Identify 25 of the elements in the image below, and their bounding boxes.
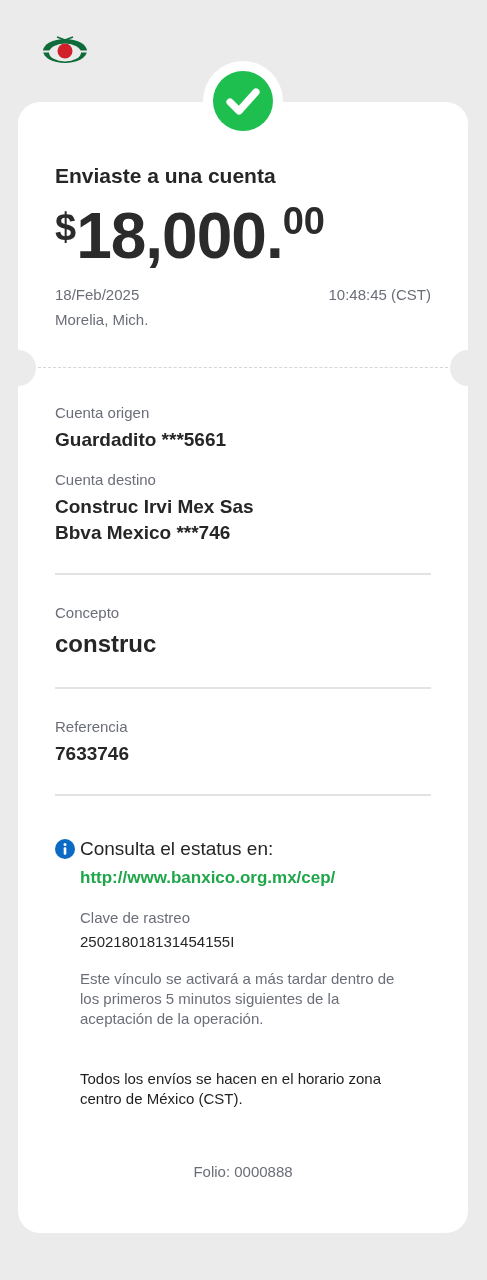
field-value: Bbva Mexico ***746 — [55, 521, 232, 545]
info-title: Consulta el estatus en: — [80, 837, 274, 861]
field-value: 7633746 — [55, 742, 130, 766]
time-text: 10:48:45 (CST) — [328, 285, 431, 305]
field-label: Cuenta destino — [55, 470, 157, 490]
field-label: Concepto — [55, 603, 121, 623]
activation-note: Este vínculo se activará a más tardar dentro de los primeros 5 minutos siguientes de la aceptación de la operación. — [80, 969, 396, 1029]
tracking-label: Clave de rastreo — [80, 908, 192, 928]
date-text: 18/Feb/2025 — [55, 285, 140, 305]
field-value: construc — [55, 629, 158, 659]
field-label: Cuenta origen — [55, 403, 151, 423]
field-label: Referencia — [55, 717, 129, 737]
amount-value: 18,000. — [76, 204, 283, 268]
eye-logo-icon — [42, 34, 88, 64]
transfer-title: Enviaste a una cuenta — [55, 163, 277, 189]
field-value: Guardadito ***5661 — [55, 428, 228, 452]
field-value: Construc Irvi Mex Sas — [55, 495, 255, 519]
location-text: Morelia, Mich. — [55, 310, 150, 330]
folio-text: Folio: 0000888 — [192, 1162, 294, 1182]
info-icon — [55, 839, 75, 859]
currency-sign: $ — [55, 208, 77, 246]
tracking-value: 250218018131454155I — [80, 932, 236, 952]
schedule-note: Todos los envíos se hacen en el horario zona centro de México (CST). — [80, 1069, 383, 1109]
banxico-link[interactable]: http://www.banxico.org.mx/cep/ — [80, 865, 411, 891]
amount-cents: 00 — [282, 202, 325, 240]
